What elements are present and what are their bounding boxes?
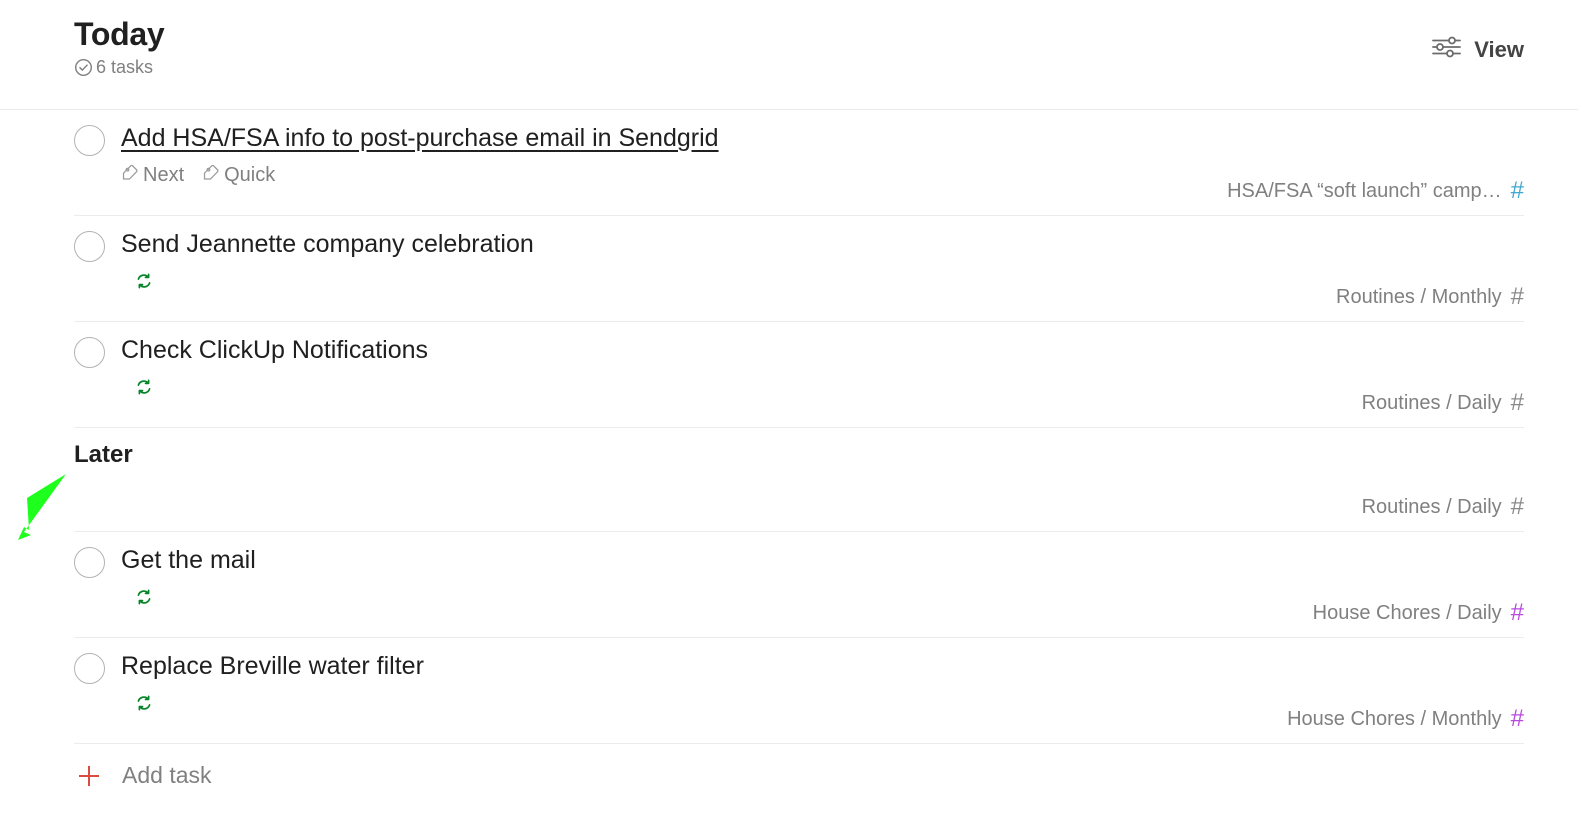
task-project-name: HSA/FSA “soft launch” camp… [1227, 179, 1502, 202]
task-main: Get the mail [74, 544, 1524, 610]
task-project-meta[interactable]: Routines / Monthly # [1336, 285, 1524, 309]
task-row[interactable]: Get the mail House Chores / Daily # [74, 532, 1524, 638]
task-checkbox[interactable] [74, 653, 105, 684]
hash-icon: # [1510, 705, 1524, 732]
page-header: Today 6 tasks View [0, 0, 1578, 110]
recurring-icon [134, 377, 154, 397]
task-count: 6 tasks [74, 56, 164, 78]
page-title: Today [74, 16, 165, 52]
hash-icon: # [1510, 177, 1524, 204]
check-circle-icon [74, 58, 93, 77]
task-checkbox[interactable] [74, 231, 105, 262]
task-title[interactable]: Add HSA/FSA info to post-purchase email … [121, 122, 719, 154]
task-body: Send Jeannette company celebration [121, 228, 1524, 294]
section-header-row: Later Routines / Daily # [74, 428, 1524, 532]
view-button[interactable]: View [1431, 34, 1524, 65]
task-body: Check ClickUp Notifications [121, 334, 1524, 400]
task-row[interactable]: Replace Breville water filter House Chor… [74, 638, 1524, 744]
task-title[interactable]: Replace Breville water filter [121, 650, 424, 682]
task-checkbox[interactable] [74, 337, 105, 368]
task-sub [121, 374, 1524, 400]
task-project-name: Routines / Daily [1361, 391, 1502, 414]
task-row[interactable]: Send Jeannette company celebration Routi… [74, 216, 1524, 322]
hash-icon: # [1510, 599, 1524, 626]
task-count-label: 6 tasks [96, 57, 154, 77]
sliders-icon [1431, 34, 1462, 65]
task-project-name: Routines / Daily [1361, 495, 1502, 518]
task-project-name: Routines / Monthly [1336, 285, 1502, 308]
tag-icon [202, 163, 220, 187]
task-list-app: Today 6 tasks View Add HSA/FSA info to p… [0, 0, 1578, 826]
hash-icon: # [1510, 283, 1524, 310]
task-sub [121, 268, 1524, 294]
task-label-chip[interactable]: Quick [202, 163, 275, 187]
recurring-icon [134, 587, 154, 607]
task-checkbox[interactable] [74, 547, 105, 578]
view-button-label: View [1474, 36, 1524, 62]
task-main: Check ClickUp Notifications [74, 334, 1524, 400]
task-main: Send Jeannette company celebration [74, 228, 1524, 294]
task-project-meta[interactable]: Routines / Daily # [1362, 495, 1524, 519]
task-title[interactable]: Check ClickUp Notifications [121, 334, 428, 366]
add-task-button[interactable]: Add task [74, 744, 1524, 799]
task-label-text: Quick [224, 163, 276, 186]
task-project-meta[interactable]: Routines / Daily # [1362, 391, 1524, 415]
task-row[interactable]: Check ClickUp Notifications Routines / D… [74, 322, 1524, 428]
task-project-meta[interactable]: HSA/FSA “soft launch” camp… # [1227, 179, 1524, 203]
task-title[interactable]: Get the mail [121, 544, 256, 576]
task-checkbox[interactable] [74, 125, 105, 156]
task-row[interactable]: Add HSA/FSA info to post-purchase email … [74, 110, 1524, 216]
task-project-meta[interactable]: House Chores / Daily # [1313, 601, 1524, 625]
header-left: Today 6 tasks [74, 14, 165, 78]
recurring-icon [134, 693, 154, 713]
tag-icon [121, 163, 139, 187]
section-title-later[interactable]: Later [74, 440, 1524, 470]
task-label-chip[interactable]: Next [121, 163, 184, 187]
plus-icon [76, 763, 102, 789]
add-task-label: Add task [122, 762, 212, 788]
hash-icon: # [1510, 389, 1524, 416]
task-project-name: House Chores / Daily [1312, 601, 1502, 624]
task-label-text: Next [143, 163, 185, 186]
recurring-icon [134, 271, 154, 291]
hash-icon: # [1510, 493, 1524, 520]
task-project-name: House Chores / Monthly [1287, 707, 1502, 730]
task-project-meta[interactable]: House Chores / Monthly # [1287, 707, 1524, 731]
task-title[interactable]: Send Jeannette company celebration [121, 228, 534, 260]
task-list: Add HSA/FSA info to post-purchase email … [0, 110, 1578, 799]
